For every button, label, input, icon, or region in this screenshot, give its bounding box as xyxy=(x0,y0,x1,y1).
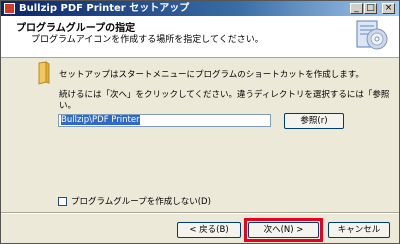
app-icon xyxy=(4,3,15,14)
footer-divider xyxy=(1,212,399,214)
setup-icon xyxy=(356,20,388,50)
window-title: Bullzip PDF Printer セットアップ xyxy=(19,3,190,14)
no-group-checkbox-label: プログラムグループを作成しない(D) xyxy=(71,197,211,207)
minimize-button[interactable]: _ xyxy=(350,3,363,14)
instruction-text-line1: 続けるには「次へ」をクリックしてください。違うディレクトリを選択するには「参照」… xyxy=(59,90,389,100)
cancel-button[interactable]: キャンセル xyxy=(328,222,390,238)
folder-icon xyxy=(38,61,50,85)
no-group-checkbox[interactable] xyxy=(58,197,67,206)
setup-window: Bullzip PDF Printer セットアップ _ □ × プログラムグル… xyxy=(0,0,400,244)
program-group-input[interactable]: Bullzip\PDF Printer xyxy=(58,114,271,127)
maximize-button[interactable]: □ xyxy=(364,3,377,14)
browse-button[interactable]: 参照(r) xyxy=(284,113,344,129)
instruction-text-line2: い。 xyxy=(59,101,77,111)
close-button[interactable]: × xyxy=(382,3,395,14)
back-button[interactable]: < 戻る(B) xyxy=(177,222,241,238)
program-group-value: Bullzip\PDF Printer xyxy=(61,115,140,125)
header-panel: プログラムグループの指定 プログラムアイコンを作成する場所を指定してください。 xyxy=(1,16,399,58)
next-button-highlight xyxy=(244,218,323,242)
page-subtitle: プログラムアイコンを作成する場所を指定してください。 xyxy=(31,35,264,45)
title-bar[interactable]: Bullzip PDF Printer セットアップ _ □ × xyxy=(1,1,399,16)
intro-text: セットアップはスタートメニューにプログラムのショートカットを作成します。 xyxy=(59,70,364,80)
